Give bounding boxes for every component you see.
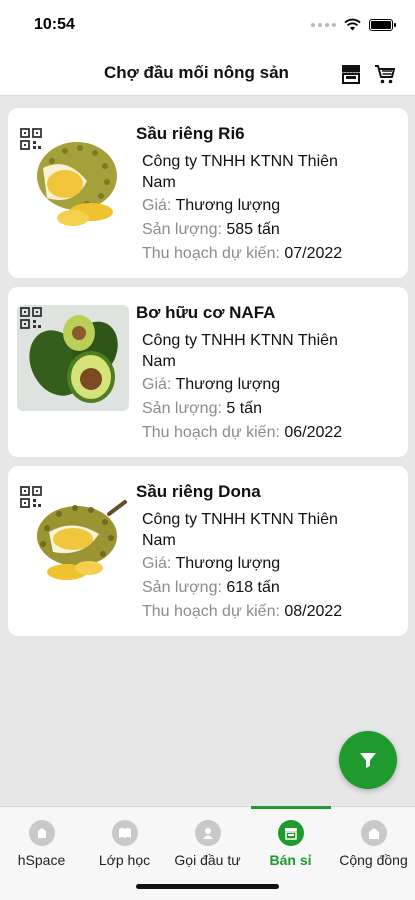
price-row: Giá: Thương lượng: [142, 197, 280, 215]
wifi-icon: [344, 18, 361, 31]
price-label: Giá:: [142, 197, 172, 214]
tab-wholesale[interactable]: Bán sỉ: [249, 806, 332, 877]
book-icon: [111, 820, 138, 846]
signal-icon: [311, 22, 336, 27]
yield-label: Sản lượng:: [142, 579, 222, 596]
status-bar: 10:54: [0, 0, 415, 52]
home-indicator: [136, 884, 279, 889]
harvest-row: Thu hoạch dự kiến: 07/2022: [142, 245, 342, 263]
company-name: Công ty TNHH KTNN Thiên Nam: [142, 511, 338, 549]
status-time: 10:54: [34, 16, 75, 33]
harvest-value: 06/2022: [284, 424, 343, 441]
page-title: Chợ đầu mối nông sản: [104, 63, 289, 82]
harvest-row: Thu hoạch dự kiến: 06/2022: [142, 424, 342, 442]
qr-code-icon[interactable]: [20, 307, 42, 329]
status-icons: [311, 18, 396, 31]
price-row: Giá: Thương lượng: [142, 555, 280, 573]
company-name: Công ty TNHH KTNN Thiên Nam: [142, 153, 338, 191]
invest-icon: [194, 820, 221, 846]
tab-label: Cộng đồng: [339, 852, 408, 868]
tab-label: Gọi đầu tư: [174, 852, 241, 868]
yield-row: Sản lượng: 5 tấn: [142, 400, 262, 418]
product-name: Sầu riêng Dona: [136, 482, 261, 501]
tab-community[interactable]: Cộng đồng: [332, 807, 415, 877]
yield-row: Sản lượng: 585 tấn: [142, 221, 280, 239]
store-icon: [277, 820, 304, 846]
yield-label: Sản lượng:: [142, 400, 222, 417]
product-name: Bơ hữu cơ NAFA: [136, 303, 276, 322]
harvest-label: Thu hoạch dự kiến:: [142, 245, 280, 262]
cart-icon: [375, 65, 395, 84]
tab-label: hSpace: [17, 852, 66, 868]
price-value: Thương lượng: [175, 555, 281, 572]
company-name: Công ty TNHH KTNN Thiên Nam: [142, 332, 338, 370]
qr-code-icon[interactable]: [20, 128, 42, 150]
product-card[interactable]: Sầu riêng Ri6 Công ty TNHH KTNN Thiên Na…: [8, 108, 408, 278]
qr-code-icon[interactable]: [20, 486, 42, 508]
battery-icon: [369, 18, 396, 31]
hspace-icon: [28, 820, 55, 846]
product-list: Sầu riêng Ri6 Công ty TNHH KTNN Thiên Na…: [8, 108, 408, 645]
price-value: Thương lượng: [175, 376, 281, 393]
harvest-label: Thu hoạch dự kiến:: [142, 603, 280, 620]
product-name: Sầu riêng Ri6: [136, 124, 245, 143]
yield-value: 618 tấn: [226, 579, 280, 596]
yield-row: Sản lượng: 618 tấn: [142, 579, 280, 597]
harvest-value: 08/2022: [284, 603, 343, 620]
tab-classes[interactable]: Lớp học: [83, 807, 166, 877]
top-app-bar: Chợ đầu mối nông sản: [0, 52, 415, 96]
filter-button[interactable]: [339, 731, 397, 789]
cart-button[interactable]: [372, 61, 398, 87]
tab-label: Lớp học: [98, 852, 151, 868]
store-icon: [342, 65, 360, 84]
filter-icon: [360, 753, 376, 768]
tab-hspace[interactable]: hSpace: [0, 807, 83, 877]
store-button[interactable]: [338, 61, 364, 87]
yield-label: Sản lượng:: [142, 221, 222, 238]
harvest-row: Thu hoạch dự kiến: 08/2022: [142, 603, 342, 621]
tab-label: Bán sỉ: [269, 852, 312, 868]
price-row: Giá: Thương lượng: [142, 376, 280, 394]
price-value: Thương lượng: [175, 197, 281, 214]
yield-value: 585 tấn: [226, 221, 280, 238]
harvest-value: 07/2022: [284, 245, 343, 262]
price-label: Giá:: [142, 376, 172, 393]
yield-value: 5 tấn: [226, 400, 262, 417]
price-label: Giá:: [142, 555, 172, 572]
tab-invest[interactable]: Gọi đầu tư: [166, 807, 249, 877]
product-card[interactable]: Bơ hữu cơ NAFA Công ty TNHH KTNN Thiên N…: [8, 287, 408, 457]
community-icon: [360, 820, 387, 846]
product-card[interactable]: Sầu riêng Dona Công ty TNHH KTNN Thiên N…: [8, 466, 408, 636]
harvest-label: Thu hoạch dự kiến:: [142, 424, 280, 441]
